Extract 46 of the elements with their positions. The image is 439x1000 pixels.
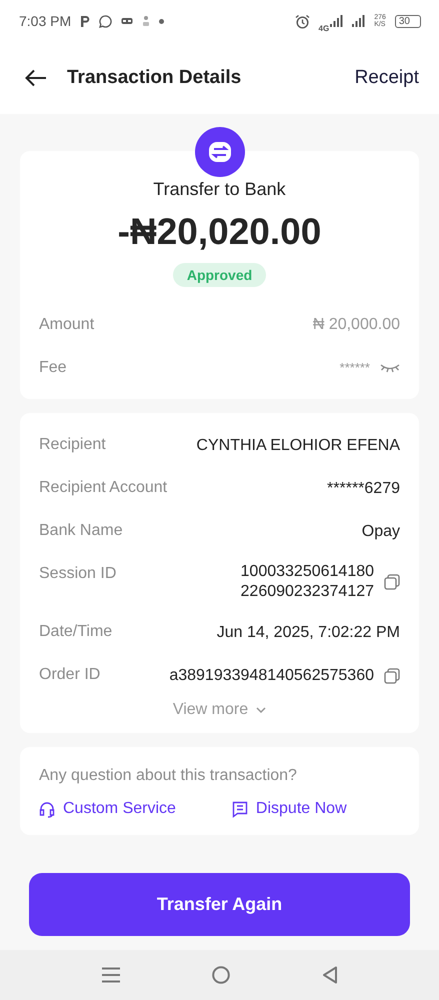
dispute-link[interactable]: Dispute Now xyxy=(232,800,347,818)
field-label: Order ID xyxy=(39,665,100,684)
field-label: Bank Name xyxy=(39,521,123,540)
parking-icon xyxy=(80,16,90,26)
battery-indicator: 30 xyxy=(394,14,421,28)
service-link[interactable]: Custom Service xyxy=(39,800,176,818)
alarm-icon xyxy=(294,14,310,28)
help-question: Any question about this transaction? xyxy=(39,767,298,785)
menu-icon[interactable] xyxy=(102,967,120,983)
transaction-type: Transfer to Bank xyxy=(153,179,286,200)
total-amount: -₦20,020.00 xyxy=(118,211,322,253)
field-value: ******6279 xyxy=(327,480,400,498)
field-value: a3891933948140562575360 xyxy=(169,666,374,684)
field-value: ₦ 20,000.00 xyxy=(312,316,400,334)
field-label: Session ID xyxy=(39,564,116,583)
dot-icon xyxy=(159,18,164,24)
signal-icon xyxy=(352,15,366,27)
chat-icon xyxy=(99,14,112,28)
field-value: 100033250614180226090232374127 xyxy=(240,562,374,602)
closed-eye-icon xyxy=(380,362,400,372)
field-label: Recipient Account xyxy=(39,478,168,497)
copy-icon[interactable] xyxy=(384,668,400,684)
field-label: Date/Time xyxy=(39,622,112,641)
page-title: Transaction Details xyxy=(67,67,242,89)
person-icon xyxy=(142,15,150,27)
status-badge: Approved xyxy=(172,263,266,287)
back-triangle-icon[interactable] xyxy=(322,966,338,984)
copy-icon[interactable] xyxy=(384,574,400,590)
receipt-link[interactable]: Receipt xyxy=(354,67,419,89)
field-value: ****** xyxy=(340,360,370,375)
field-label: Fee xyxy=(39,358,67,376)
signal-icon xyxy=(330,15,344,27)
chevron-down-icon xyxy=(256,707,266,713)
status-time: 7:03 PM xyxy=(19,13,72,29)
field-label: Amount xyxy=(39,316,94,334)
back-icon[interactable] xyxy=(25,69,47,87)
glasses-icon xyxy=(121,17,134,25)
field-value: Jun 14, 2025, 7:02:22 PM xyxy=(216,624,400,642)
note-icon xyxy=(232,800,248,818)
field-value: CYNTHIA ELOHIOR EFENA xyxy=(196,436,400,454)
field-label: Recipient xyxy=(39,435,106,454)
network-type: 4G xyxy=(318,24,330,32)
headset-icon xyxy=(39,800,55,818)
home-icon[interactable] xyxy=(212,966,230,984)
transfer-again-button[interactable]: Transfer Again xyxy=(29,873,410,936)
field-value: Opay xyxy=(362,522,400,540)
